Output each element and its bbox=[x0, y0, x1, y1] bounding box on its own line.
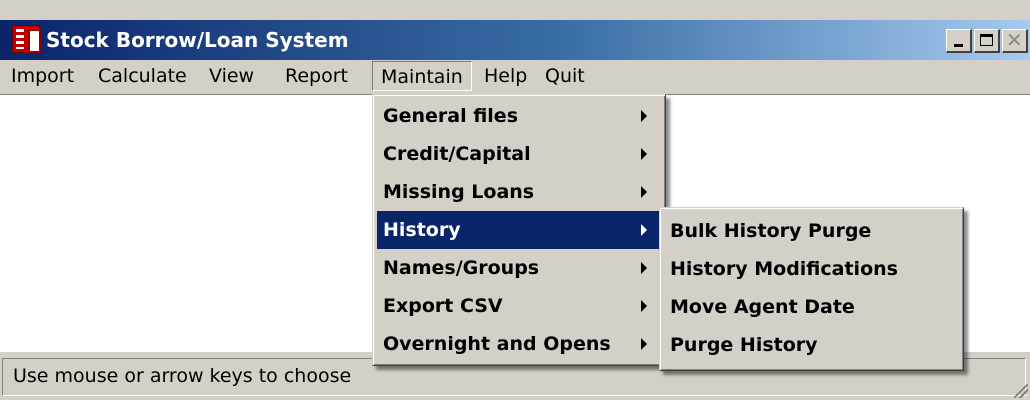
menu-item-label: Bulk History Purge bbox=[670, 220, 872, 242]
submenu-arrow-icon bbox=[641, 224, 647, 236]
history-submenu: Bulk History Purge History Modifications… bbox=[659, 207, 964, 371]
minimize-button[interactable] bbox=[946, 29, 972, 53]
menu-item-label: History bbox=[383, 219, 461, 241]
menu-item-label: Names/Groups bbox=[383, 257, 540, 279]
menu-item-purge-history[interactable]: Purge History bbox=[664, 326, 959, 364]
menu-item-overnight-and-opens[interactable]: Overnight and Opens bbox=[377, 325, 661, 363]
maximize-icon bbox=[980, 34, 993, 46]
window-controls: ✕ bbox=[946, 29, 1028, 53]
menu-calculate[interactable]: Calculate bbox=[98, 61, 187, 91]
close-icon: ✕ bbox=[1006, 28, 1023, 52]
menu-bar: Import Calculate View Report Maintain He… bbox=[0, 61, 1030, 93]
maintain-menu: General files Credit/Capital Missing Loa… bbox=[372, 94, 666, 366]
menu-item-missing-loans[interactable]: Missing Loans bbox=[377, 173, 661, 211]
menu-item-label: History Modifications bbox=[670, 258, 898, 280]
menu-item-export-csv[interactable]: Export CSV bbox=[377, 287, 661, 325]
menu-quit[interactable]: Quit bbox=[545, 61, 585, 91]
menu-item-names-groups[interactable]: Names/Groups bbox=[377, 249, 661, 287]
menu-item-move-agent-date[interactable]: Move Agent Date bbox=[664, 288, 959, 326]
menu-item-label: Move Agent Date bbox=[670, 296, 855, 318]
menu-help[interactable]: Help bbox=[484, 61, 527, 91]
submenu-arrow-icon bbox=[641, 262, 647, 274]
submenu-arrow-icon bbox=[641, 110, 647, 122]
menu-item-label: Export CSV bbox=[383, 295, 503, 317]
resize-grip-icon[interactable] bbox=[1014, 384, 1028, 398]
menu-item-label: Credit/Capital bbox=[383, 143, 531, 165]
maximize-button[interactable] bbox=[974, 29, 1000, 53]
minimize-icon bbox=[954, 44, 963, 47]
menu-item-label: Missing Loans bbox=[383, 181, 535, 203]
status-text: Use mouse or arrow keys to choose bbox=[13, 365, 352, 387]
title-bar[interactable]: Stock Borrow/Loan System ✕ bbox=[0, 20, 1030, 60]
menu-item-label: General files bbox=[383, 105, 519, 127]
menu-view[interactable]: View bbox=[209, 61, 254, 91]
menu-report[interactable]: Report bbox=[285, 61, 348, 91]
app-window: Stock Borrow/Loan System ✕ Import Calcul… bbox=[0, 0, 1030, 400]
menu-item-bulk-history-purge[interactable]: Bulk History Purge bbox=[664, 212, 959, 250]
menu-item-label: Overnight and Opens bbox=[383, 333, 611, 355]
app-logo-icon[interactable] bbox=[12, 25, 41, 53]
submenu-arrow-icon bbox=[641, 148, 647, 160]
menu-import[interactable]: Import bbox=[11, 61, 74, 91]
menu-item-credit-capital[interactable]: Credit/Capital bbox=[377, 135, 661, 173]
submenu-arrow-icon bbox=[641, 186, 647, 198]
close-button[interactable]: ✕ bbox=[1002, 29, 1028, 53]
submenu-arrow-icon bbox=[641, 300, 647, 312]
menu-item-history-modifications[interactable]: History Modifications bbox=[664, 250, 959, 288]
menu-item-general-files[interactable]: General files bbox=[377, 97, 661, 135]
menu-item-label: Purge History bbox=[670, 334, 818, 356]
window-title: Stock Borrow/Loan System bbox=[46, 28, 349, 52]
menu-maintain[interactable]: Maintain bbox=[372, 61, 472, 91]
menu-item-history[interactable]: History bbox=[377, 211, 661, 249]
submenu-arrow-icon bbox=[641, 338, 647, 350]
